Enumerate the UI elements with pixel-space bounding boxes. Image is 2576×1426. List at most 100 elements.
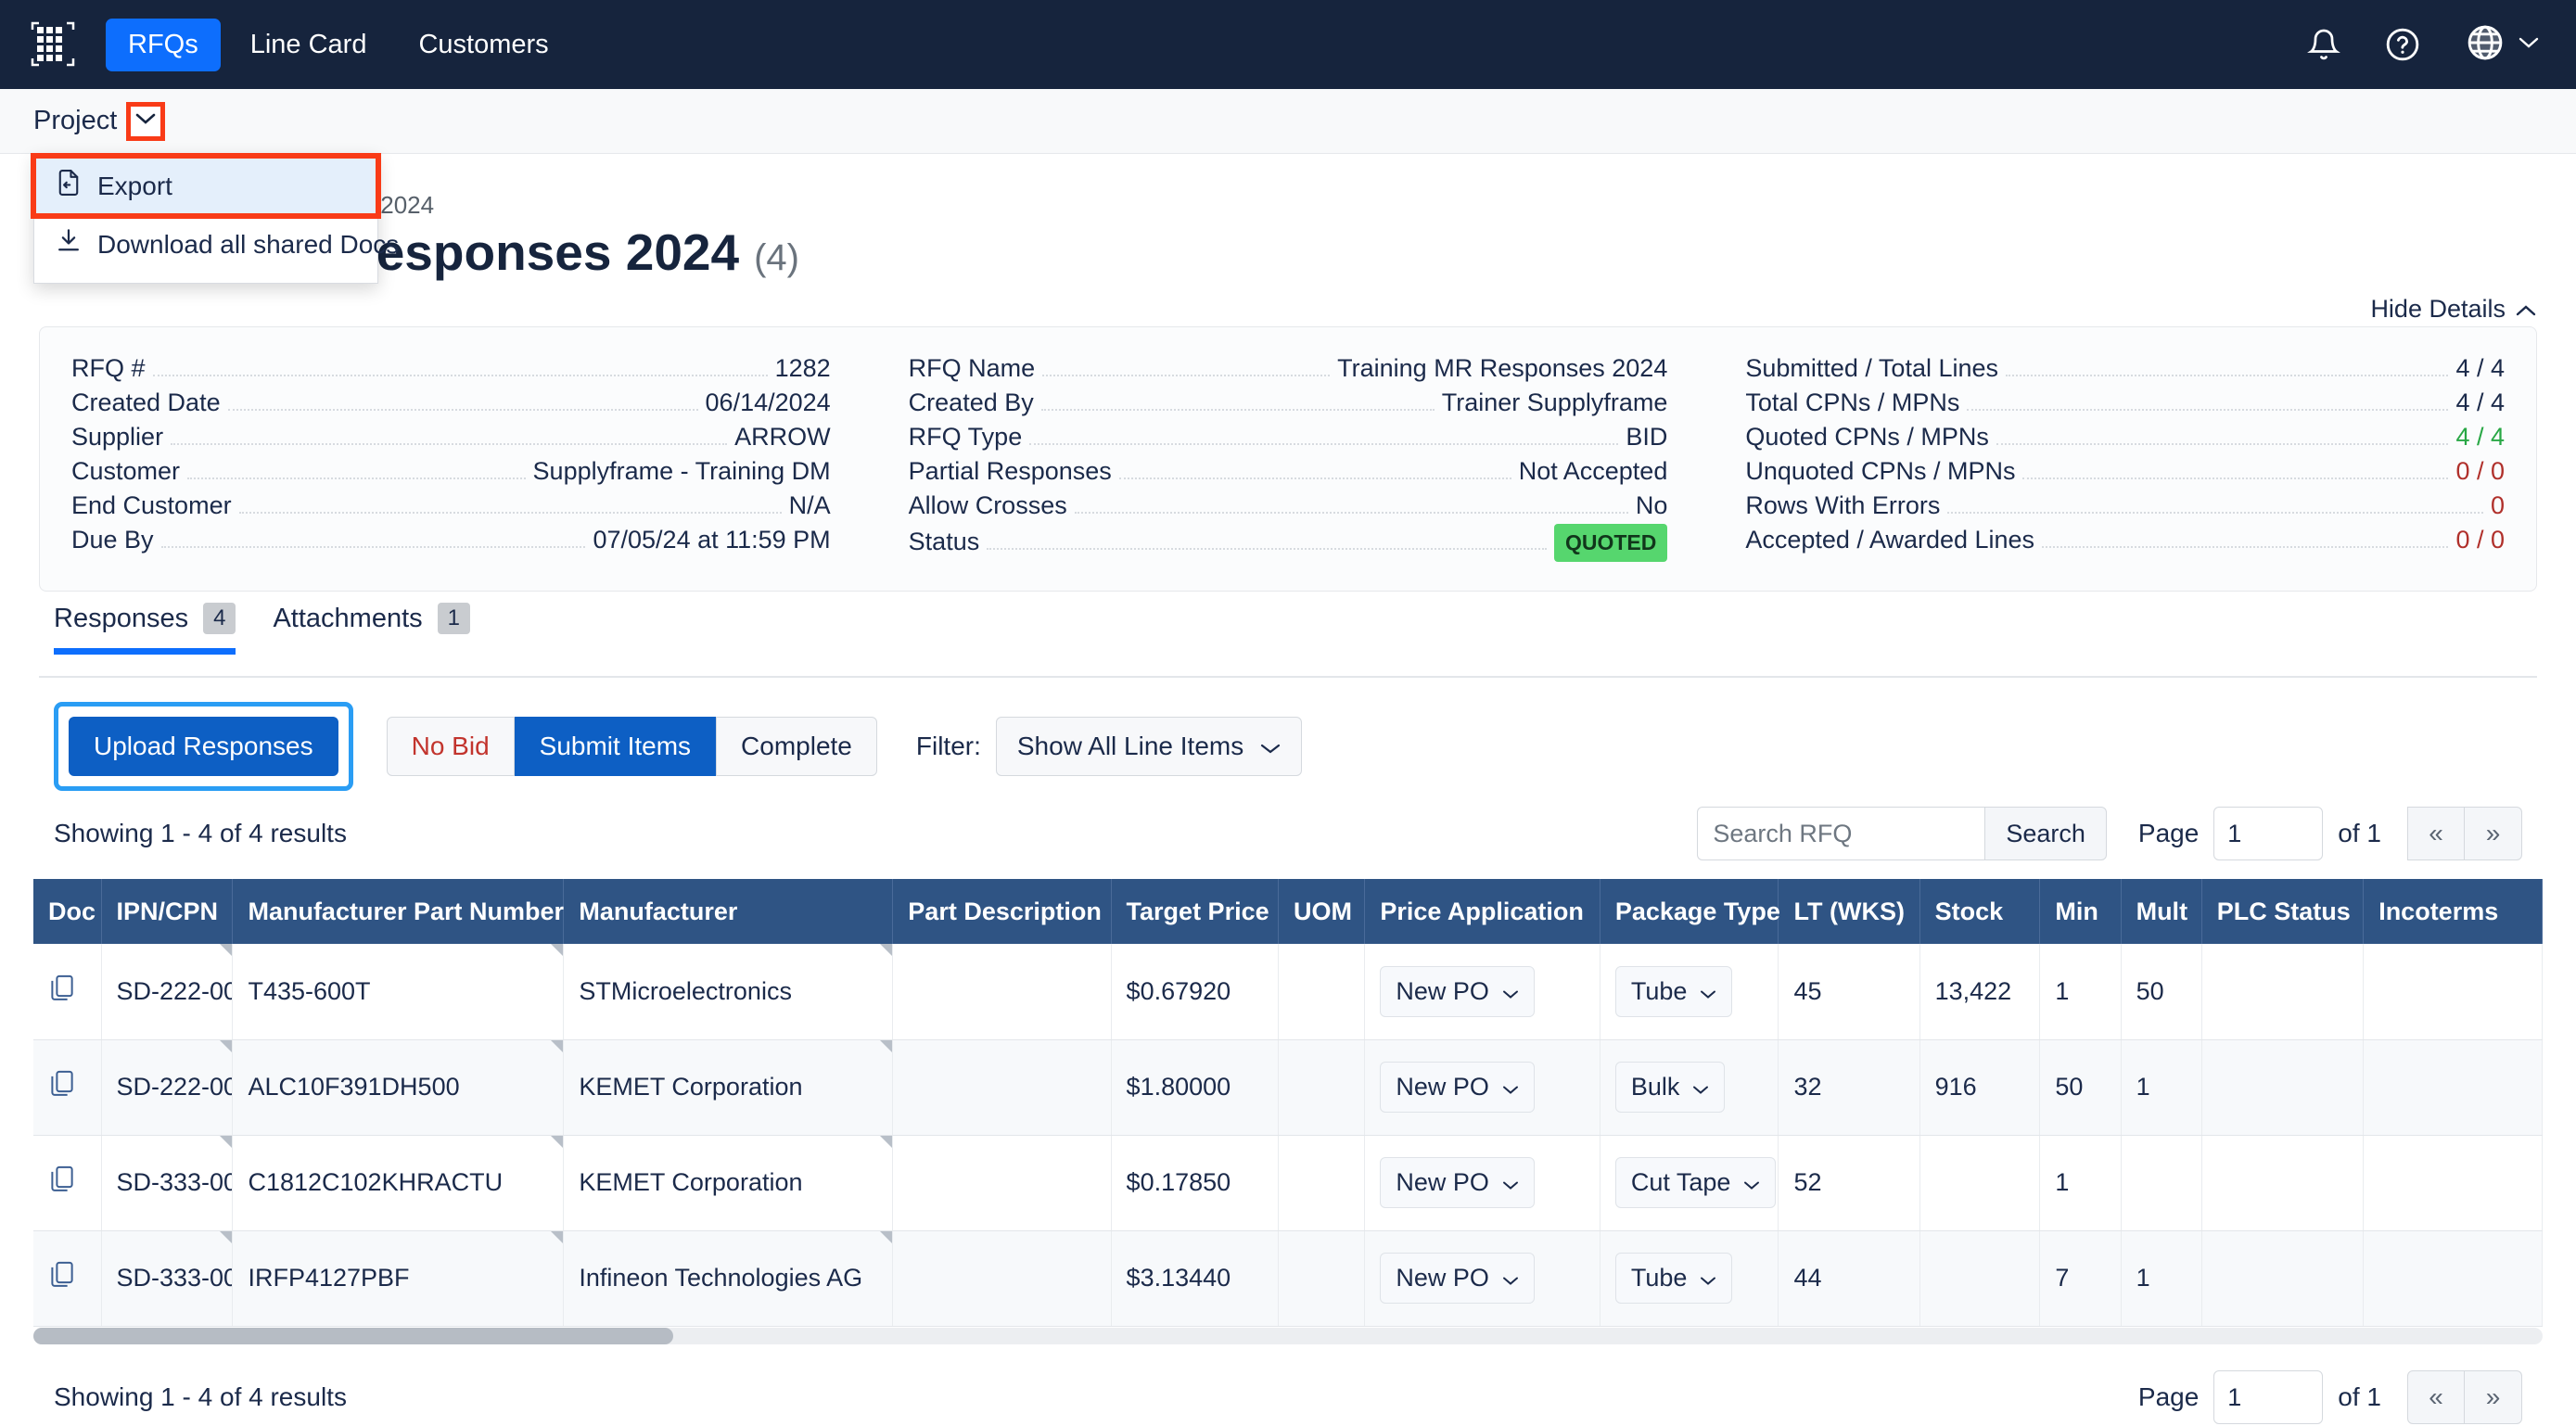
col-price-application[interactable]: Price Application: [1364, 879, 1600, 944]
cell-ipn-cpn[interactable]: SD-333-004: [101, 1135, 234, 1231]
table-row[interactable]: SD-222-003 T435-600T STMicroelectronics …: [33, 944, 2543, 1040]
price-application-select[interactable]: New PO: [1380, 1062, 1535, 1113]
cell-lt-wks[interactable]: 52: [1778, 1135, 1920, 1231]
grid-logo-icon[interactable]: [26, 18, 80, 71]
cell-uom[interactable]: [1278, 1230, 1366, 1327]
cell-package-type[interactable]: Bulk: [1600, 1039, 1779, 1136]
cell-plc-status[interactable]: [2201, 1230, 2365, 1327]
cell-min[interactable]: 50: [2039, 1039, 2122, 1136]
col-ipn-cpn[interactable]: IPN/CPN: [101, 879, 234, 944]
cell-mult[interactable]: 1: [2121, 1039, 2202, 1136]
hide-details-toggle[interactable]: Hide Details: [2370, 295, 2537, 324]
cell-stock[interactable]: [1919, 1135, 2041, 1231]
complete-button[interactable]: Complete: [716, 717, 877, 776]
tab-responses[interactable]: Responses 4: [54, 603, 236, 655]
table-row[interactable]: SD-333-005 IRFP4127PBF Infineon Technolo…: [33, 1230, 2543, 1327]
cell-package-type[interactable]: Tube: [1600, 1230, 1779, 1327]
copy-document-icon[interactable]: [48, 1068, 76, 1100]
cell-mult[interactable]: 50: [2121, 944, 2202, 1040]
cell-plc-status[interactable]: [2201, 944, 2365, 1040]
col-uom[interactable]: UOM: [1278, 879, 1366, 944]
package-type-select[interactable]: Tube: [1614, 1253, 1733, 1304]
col-doc[interactable]: Doc: [33, 879, 102, 944]
scrollbar-thumb[interactable]: [33, 1328, 673, 1344]
notification-bell-icon[interactable]: [2307, 27, 2340, 62]
cell-plc-status[interactable]: [2201, 1039, 2365, 1136]
cell-lt-wks[interactable]: 45: [1778, 944, 1920, 1040]
cell-part-description[interactable]: [892, 1039, 1112, 1136]
table-row[interactable]: SD-222-006 ALC10F391DH500 KEMET Corporat…: [33, 1039, 2543, 1136]
nav-link-rfqs[interactable]: RFQs: [106, 18, 221, 71]
cell-target-price[interactable]: $1.80000: [1111, 1039, 1280, 1136]
col-part-description[interactable]: Part Description: [892, 879, 1112, 944]
cell-manufacturer[interactable]: STMicroelectronics: [563, 944, 894, 1040]
cell-mult[interactable]: 1: [2121, 1230, 2202, 1327]
cell-package-type[interactable]: Cut Tape: [1600, 1135, 1779, 1231]
project-dropdown-toggle[interactable]: [126, 101, 166, 141]
cell-price-application[interactable]: New PO: [1364, 1230, 1600, 1327]
copy-document-icon[interactable]: [48, 1164, 76, 1195]
cell-doc[interactable]: [33, 1230, 102, 1327]
cell-min[interactable]: 7: [2039, 1230, 2122, 1327]
cell-mpn[interactable]: IRFP4127PBF: [232, 1230, 565, 1327]
cell-price-application[interactable]: New PO: [1364, 944, 1600, 1040]
col-plc-status[interactable]: PLC Status: [2201, 879, 2365, 944]
cell-manufacturer[interactable]: Infineon Technologies AG: [563, 1230, 894, 1327]
language-selector[interactable]: [2465, 22, 2539, 68]
submit-items-button[interactable]: Submit Items: [514, 717, 717, 776]
cell-part-description[interactable]: [892, 1135, 1112, 1231]
col-lt-wks[interactable]: LT (WKS): [1778, 879, 1920, 944]
cell-manufacturer[interactable]: KEMET Corporation: [563, 1039, 894, 1136]
cell-incoterms[interactable]: [2363, 1039, 2543, 1136]
cell-incoterms[interactable]: [2363, 944, 2543, 1040]
cell-min[interactable]: 1: [2039, 944, 2122, 1040]
cell-ipn-cpn[interactable]: SD-222-003: [101, 944, 234, 1040]
col-min[interactable]: Min: [2039, 879, 2122, 944]
prev-page-button-bottom[interactable]: «: [2407, 1370, 2465, 1424]
cell-uom[interactable]: [1278, 1039, 1366, 1136]
copy-document-icon[interactable]: [48, 1259, 76, 1291]
cell-lt-wks[interactable]: 32: [1778, 1039, 1920, 1136]
cell-doc[interactable]: [33, 1135, 102, 1231]
cell-incoterms[interactable]: [2363, 1230, 2543, 1327]
col-manufacturer[interactable]: Manufacturer: [563, 879, 894, 944]
tab-attachments[interactable]: Attachments 1: [273, 603, 470, 655]
col-stock[interactable]: Stock: [1919, 879, 2041, 944]
col-incoterms[interactable]: Incoterms: [2363, 879, 2543, 944]
next-page-button-bottom[interactable]: »: [2465, 1370, 2522, 1424]
page-number-input-bottom[interactable]: [2213, 1370, 2324, 1424]
col-mult[interactable]: Mult: [2121, 879, 2202, 944]
cell-plc-status[interactable]: [2201, 1135, 2365, 1231]
package-type-select[interactable]: Cut Tape: [1614, 1157, 1777, 1208]
copy-document-icon[interactable]: [48, 973, 76, 1004]
page-number-input[interactable]: [2213, 807, 2324, 860]
package-type-select[interactable]: Tube: [1614, 965, 1733, 1017]
cell-doc[interactable]: [33, 944, 102, 1040]
cell-incoterms[interactable]: [2363, 1135, 2543, 1231]
help-circle-icon[interactable]: [2385, 27, 2420, 62]
nav-link-line-card[interactable]: Line Card: [228, 19, 389, 71]
upload-responses-button[interactable]: Upload Responses: [69, 717, 338, 776]
cell-mpn[interactable]: C1812C102KHRACTU: [232, 1135, 565, 1231]
price-application-select[interactable]: New PO: [1380, 1253, 1535, 1304]
col-manufacturer-part-number[interactable]: Manufacturer Part Number: [232, 879, 565, 944]
cell-doc[interactable]: [33, 1039, 102, 1136]
nav-link-customers[interactable]: Customers: [396, 19, 570, 71]
table-horizontal-scrollbar[interactable]: [33, 1328, 2543, 1344]
dropdown-item-download-shared-docs[interactable]: Download all shared Docs: [34, 215, 399, 274]
cell-ipn-cpn[interactable]: SD-333-005: [101, 1230, 234, 1327]
price-application-select[interactable]: New PO: [1380, 965, 1535, 1017]
col-package-type[interactable]: Package Type: [1600, 879, 1780, 944]
cell-target-price[interactable]: $3.13440: [1111, 1230, 1280, 1327]
cell-stock[interactable]: 916: [1919, 1039, 2041, 1136]
cell-part-description[interactable]: [892, 944, 1112, 1040]
cell-lt-wks[interactable]: 44: [1778, 1230, 1920, 1327]
cell-mpn[interactable]: ALC10F391DH500: [232, 1039, 565, 1136]
search-input[interactable]: [1697, 807, 1985, 860]
next-page-button[interactable]: »: [2465, 807, 2522, 860]
cell-stock[interactable]: 13,422: [1919, 944, 2041, 1040]
package-type-select[interactable]: Bulk: [1614, 1062, 1726, 1113]
no-bid-button[interactable]: No Bid: [386, 717, 515, 776]
cell-target-price[interactable]: $0.17850: [1111, 1135, 1280, 1231]
cell-uom[interactable]: [1278, 944, 1366, 1040]
